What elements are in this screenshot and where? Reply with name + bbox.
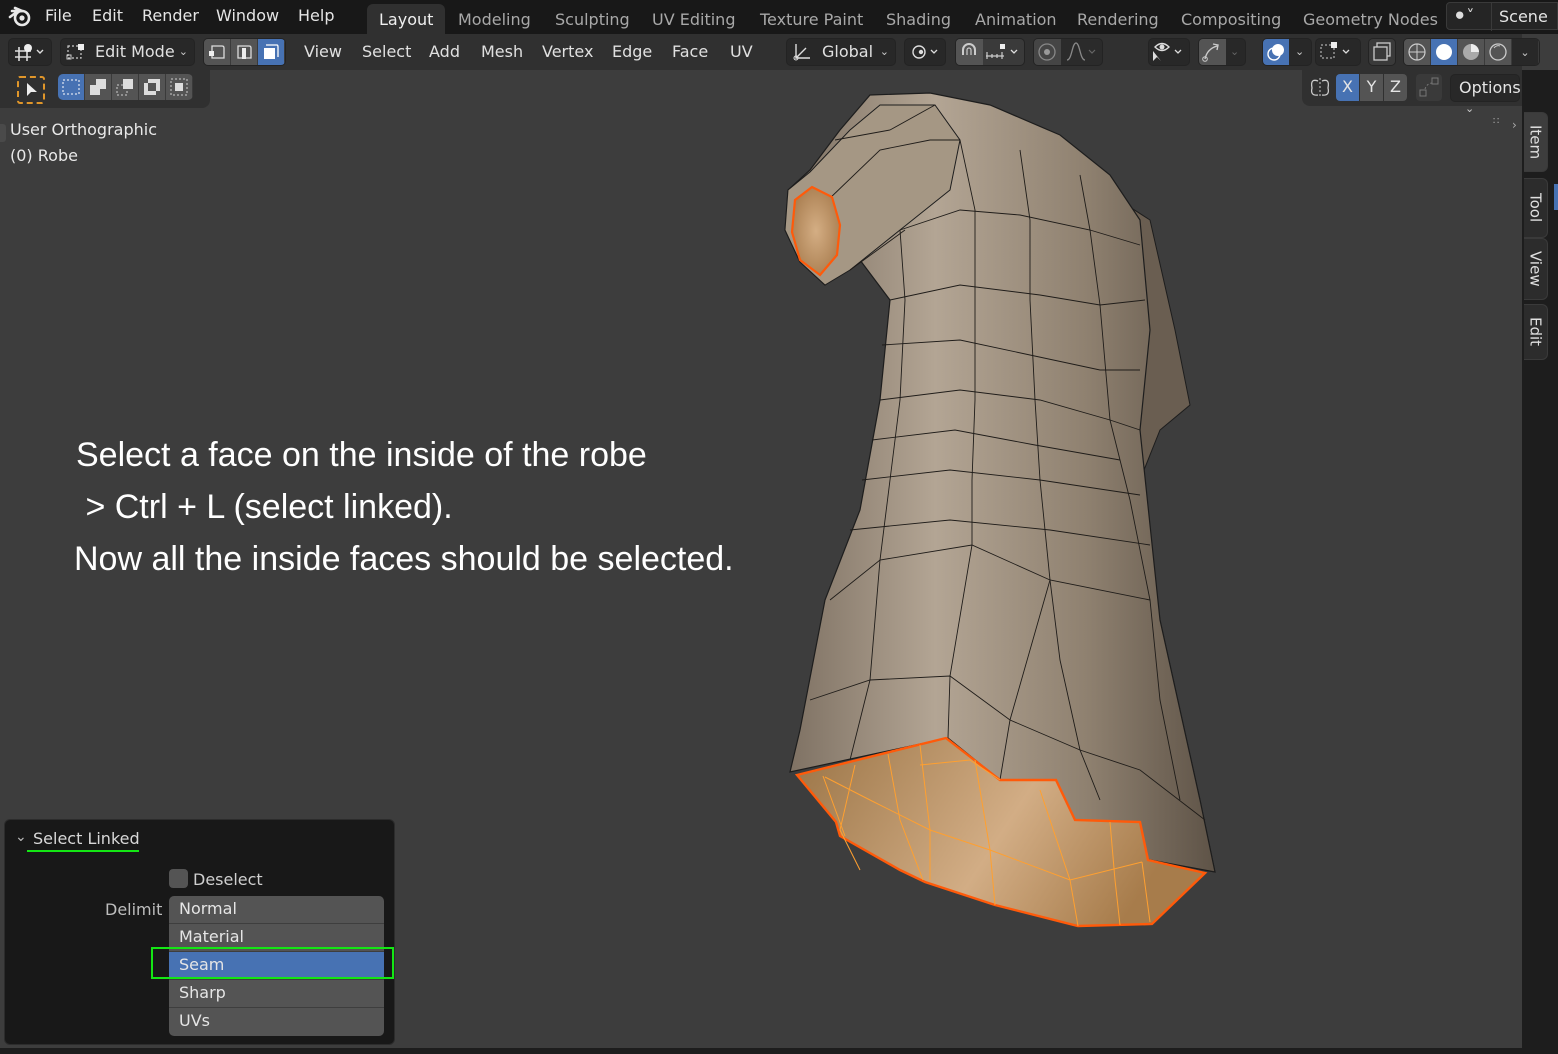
redo-panel-title[interactable]: Select Linked <box>33 829 140 848</box>
sidebar-tab-item[interactable]: Item <box>1524 112 1548 172</box>
sidebar-tab-edit[interactable]: Edit <box>1524 304 1548 360</box>
annotation-highlight-box <box>151 947 394 979</box>
sidebar-active-stripe <box>1554 184 1558 210</box>
select-linked-redo-panel: ⌄ Select Linked Deselect Delimit Normal … <box>4 819 395 1045</box>
sidebar-tab-view[interactable]: View <box>1524 238 1548 300</box>
deselect-label[interactable]: Deselect <box>193 870 263 889</box>
status-bar-edge <box>0 1048 1558 1054</box>
delimit-label: Delimit <box>105 900 163 919</box>
sidebar-tabs: Item Tool View Edit <box>1522 108 1558 1054</box>
sidebar-collapse-icon[interactable]: › <box>1512 118 1517 132</box>
delimit-option-uvs[interactable]: UVs <box>169 1008 384 1036</box>
delimit-option-normal[interactable]: Normal <box>169 896 384 924</box>
deselect-checkbox[interactable] <box>169 869 188 888</box>
sidebar-header <box>1522 70 1558 108</box>
annotation-underline <box>27 850 139 852</box>
sidebar-tab-tool[interactable]: Tool <box>1524 178 1548 238</box>
delimit-option-sharp[interactable]: Sharp <box>169 980 384 1008</box>
drag-handle-icon[interactable]: ∷ <box>1493 116 1499 127</box>
blender-window: File Edit Render Window Help Layout Mode… <box>0 0 1558 1054</box>
collapse-chevron-icon[interactable]: ⌄ <box>15 829 27 845</box>
